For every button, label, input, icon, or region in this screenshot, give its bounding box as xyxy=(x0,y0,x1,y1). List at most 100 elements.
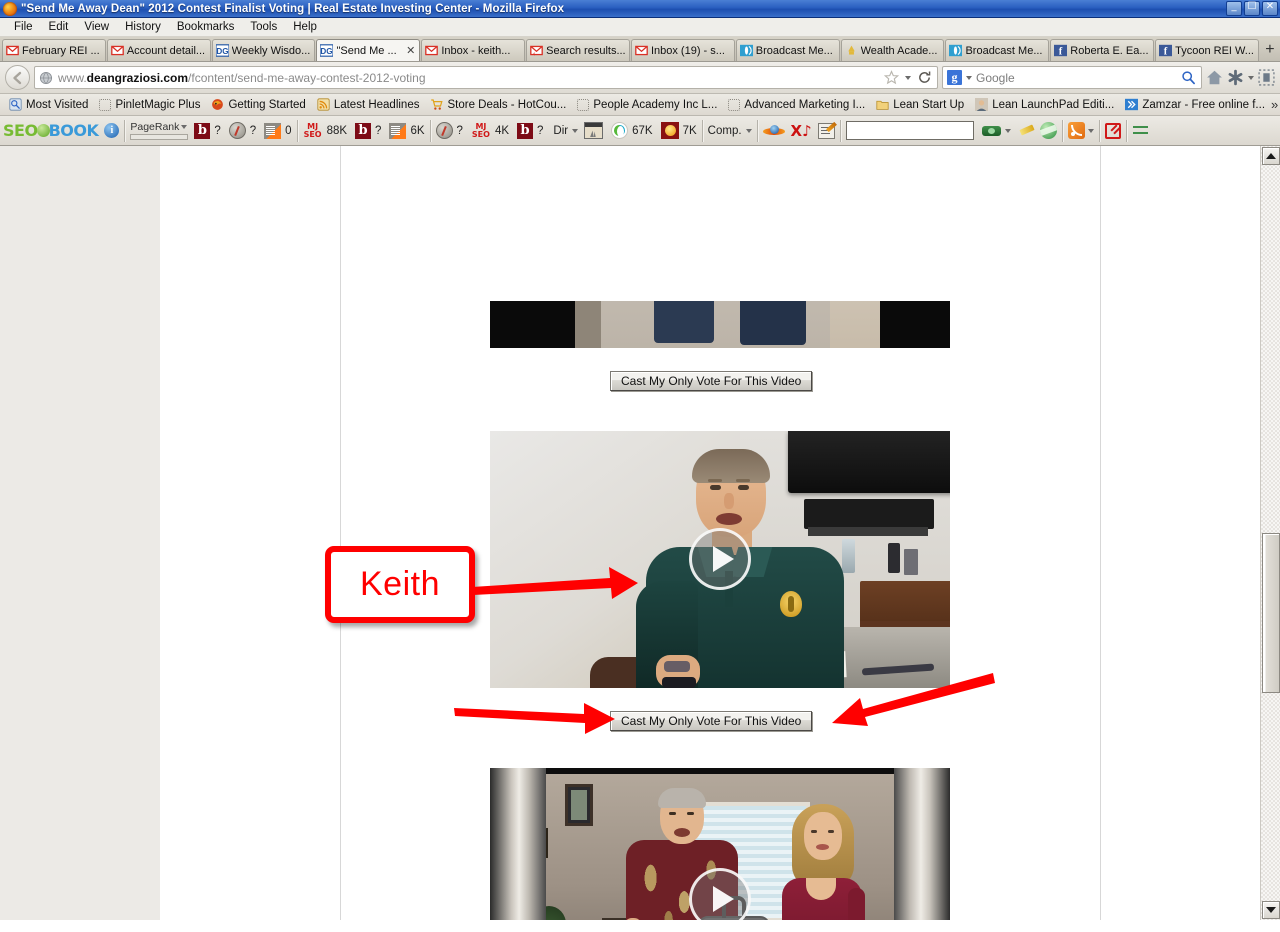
home-button[interactable] xyxy=(1206,69,1223,86)
divider xyxy=(839,119,841,142)
url-text: www.deangraziosi.com/fcontent/send-me-aw… xyxy=(58,70,426,85)
compass-widget-1[interactable]: ? xyxy=(228,122,256,139)
rank-widget-2[interactable]: 6K xyxy=(389,122,425,139)
bookmarks-overflow-button[interactable]: » xyxy=(1271,97,1280,112)
menu-item-view[interactable]: View xyxy=(76,20,117,34)
chevron-down-icon[interactable] xyxy=(1004,128,1011,133)
firefox-icon xyxy=(3,1,17,16)
chevron-down-icon[interactable] xyxy=(181,125,188,129)
sun-widget[interactable]: 7K xyxy=(660,122,697,139)
play-button[interactable] xyxy=(689,528,751,590)
bookmark-lean-start-up[interactable]: Lean Start Up xyxy=(871,97,969,112)
menu-item-bookmarks[interactable]: Bookmarks xyxy=(169,20,243,34)
search-input[interactable]: Google xyxy=(976,71,1176,85)
bookmark-getting-started[interactable]: Getting Started xyxy=(206,97,310,112)
mouth xyxy=(674,828,690,837)
bookmark-advanced-marketing[interactable]: Advanced Marketing I... xyxy=(723,98,870,112)
bookmark-people-academy[interactable]: People Academy Inc L... xyxy=(572,98,722,112)
tab-tycoon-rei[interactable]: f Tycoon REI W... xyxy=(1155,39,1259,61)
can xyxy=(888,543,900,573)
jeans xyxy=(654,301,714,343)
search-icon[interactable] xyxy=(1180,69,1197,86)
compass-widget-2[interactable]: ? xyxy=(435,122,463,139)
chevron-down-icon[interactable] xyxy=(572,128,579,133)
video-thumbnail-3[interactable] xyxy=(490,768,950,920)
tab-inbox-19[interactable]: Inbox (19) - s... xyxy=(630,39,735,61)
bookmark-zamzar[interactable]: Zamzar - Free online f... xyxy=(1120,97,1270,112)
info-icon[interactable]: i xyxy=(104,123,120,138)
menu-item-file[interactable]: File xyxy=(6,20,41,34)
scrollbar-thumb[interactable] xyxy=(1262,533,1280,693)
tab-broadcast-me-1[interactable]: Broadcast Me... xyxy=(735,39,840,61)
bookmark-latest-headlines[interactable]: Latest Headlines xyxy=(312,97,425,112)
reload-button[interactable] xyxy=(916,69,933,86)
chevron-down-icon[interactable] xyxy=(1248,75,1254,80)
addon-asterisk-icon[interactable] xyxy=(1227,69,1244,86)
new-tab-button[interactable]: + xyxy=(1260,39,1280,61)
chevron-down-icon[interactable] xyxy=(745,128,752,133)
tab-inbox-keith[interactable]: Inbox - keith... xyxy=(421,39,526,61)
archive-widget[interactable] xyxy=(584,122,604,139)
tab-label: "Send Me ... xyxy=(336,44,397,57)
video-thumbnail-2-keith[interactable] xyxy=(490,431,950,688)
pagerank-widget[interactable]: PageRank xyxy=(130,121,189,140)
chevron-down-icon[interactable] xyxy=(966,75,972,80)
tab-weekly-wisdom[interactable]: DG Weekly Wisdo... xyxy=(211,39,316,61)
tab-send-me-away[interactable]: DG "Send Me ... ✕ xyxy=(316,39,421,61)
x-mute-icon[interactable]: X♪ xyxy=(791,122,812,140)
majestic-widget-2[interactable]: MJ SEO 4K xyxy=(471,122,509,139)
link-icon[interactable] xyxy=(1104,122,1121,139)
bookmark-most-visited[interactable]: Most Visited xyxy=(4,97,93,112)
bing-index-widget[interactable]: b ? xyxy=(194,122,221,139)
tab-broadcast-me-2[interactable]: Broadcast Me... xyxy=(945,39,1050,61)
rss-icon[interactable] xyxy=(1067,122,1085,139)
money-icon[interactable] xyxy=(981,124,1001,138)
comp-label: Comp. xyxy=(707,124,742,137)
video-thumbnail-1[interactable] xyxy=(490,301,950,348)
menu-item-tools[interactable]: Tools xyxy=(242,20,285,34)
rank-widget-1[interactable]: 0 xyxy=(264,122,292,139)
tab-february-rei[interactable]: February REI ... xyxy=(2,39,106,61)
bookmark-label: Zamzar - Free online f... xyxy=(1142,98,1266,111)
scroll-down-button[interactable] xyxy=(1262,901,1280,919)
bookmark-star-icon[interactable] xyxy=(883,69,900,86)
url-bar[interactable]: www.deangraziosi.com/fcontent/send-me-aw… xyxy=(34,66,938,89)
vote-button-1[interactable]: Cast My Only Vote For This Video xyxy=(610,371,813,391)
maximize-button[interactable]: ☐ xyxy=(1244,1,1260,16)
back-button[interactable] xyxy=(5,65,30,90)
chevron-down-icon[interactable] xyxy=(905,75,911,80)
search-bar[interactable]: g Google xyxy=(942,66,1202,89)
globe-icon[interactable] xyxy=(1039,122,1057,139)
seobook-logo: SEO BOOK xyxy=(3,121,99,140)
comp-dropdown[interactable]: Comp. xyxy=(708,125,752,137)
vote-button-2[interactable]: Cast My Only Vote For This Video xyxy=(610,711,813,731)
shuffle-icon[interactable] xyxy=(1132,123,1150,138)
majestic-widget-1[interactable]: MJ SEO 88K xyxy=(303,122,347,139)
tab-bar: February REI ... Account detail... DG We… xyxy=(0,37,1280,62)
tab-account-detail[interactable]: Account detail... xyxy=(106,39,211,61)
menu-item-history[interactable]: History xyxy=(117,20,169,34)
tab-roberta-e[interactable]: f Roberta E. Ea... xyxy=(1050,39,1155,61)
teal-widget[interactable]: 67K xyxy=(611,122,653,139)
chevron-down-icon[interactable] xyxy=(1087,128,1094,133)
bookmark-store-deals[interactable]: Store Deals - HotCou... xyxy=(425,97,571,112)
tab-close-icon[interactable]: ✕ xyxy=(405,44,416,57)
bing-widget-3[interactable]: b ? xyxy=(517,122,543,139)
pencil-icon[interactable] xyxy=(1019,123,1036,138)
menu-item-help[interactable]: Help xyxy=(285,20,325,34)
vertical-scrollbar[interactable] xyxy=(1260,146,1280,920)
notepad-icon[interactable] xyxy=(817,122,835,139)
tab-wealth-academy[interactable]: Wealth Acade... xyxy=(840,39,945,61)
close-button[interactable]: ✕ xyxy=(1262,1,1278,16)
seobook-search-input[interactable] xyxy=(845,121,974,140)
tab-search-results[interactable]: 4 Search results... xyxy=(526,39,630,61)
clipper-icon[interactable] xyxy=(1258,69,1275,86)
scroll-up-button[interactable] xyxy=(1262,147,1280,165)
minimize-button[interactable]: _ xyxy=(1226,1,1242,16)
bookmark-pinletmagic-plus[interactable]: PinletMagic Plus xyxy=(94,98,205,112)
dir-dropdown[interactable]: Dir xyxy=(553,125,579,137)
menu-item-edit[interactable]: Edit xyxy=(41,20,77,34)
bing-widget-2[interactable]: b ? xyxy=(355,122,381,139)
bookmark-lean-launchpad[interactable]: Lean LaunchPad Editi... xyxy=(970,97,1119,112)
flame-icon[interactable] xyxy=(762,123,785,139)
